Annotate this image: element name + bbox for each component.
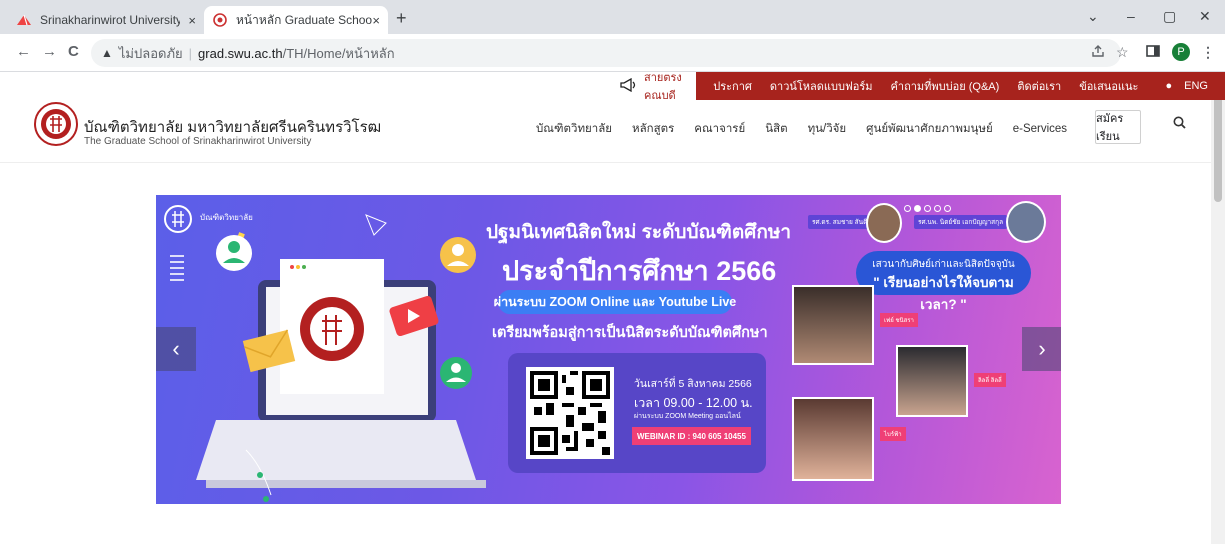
- speaker-photo: [866, 203, 902, 243]
- close-window-button[interactable]: ✕: [1199, 8, 1211, 25]
- top-utility-nav: สายตรงคณบดี ประกาศ ดาวน์โหลดแบบฟอร์ม คำถ…: [620, 72, 1225, 102]
- brand-name-en: The Graduate School of Srinakharinwirot …: [84, 136, 312, 147]
- top-nav-feedback[interactable]: ข้อเสนอแนะ: [1079, 77, 1138, 95]
- reload-button[interactable]: C: [68, 43, 79, 60]
- banner-title-line2: ประจำปีการศึกษา 2566: [502, 256, 777, 286]
- event-via: ผ่านระบบ ZOOM Meeting ออนไลน์: [634, 413, 741, 420]
- tab-search-icon[interactable]: ⌄: [1087, 8, 1099, 25]
- tab-close-icon[interactable]: ×: [188, 13, 196, 28]
- share-icon[interactable]: [1091, 44, 1105, 61]
- back-button[interactable]: ←: [16, 43, 31, 60]
- browser-tab-active[interactable]: หน้าหลัก Graduate School of Srina ×: [204, 6, 388, 34]
- top-nav-contact[interactable]: ติดต่อเรา: [1017, 77, 1061, 95]
- tab-title: Srinakharinwirot University : มหาวิ: [40, 12, 180, 27]
- speaker-photo: [1006, 201, 1046, 243]
- dean-hotline-link[interactable]: สายตรงคณบดี: [620, 68, 684, 104]
- url-field[interactable]: ▲ ไม่ปลอดภัย | grad.swu.ac.th /TH/Home/ห…: [91, 39, 1121, 67]
- nav-scholarship-research[interactable]: ทุน/วิจัย: [808, 120, 847, 138]
- browser-tab[interactable]: Srinakharinwirot University : มหาวิ ×: [8, 6, 204, 34]
- search-icon[interactable]: [1173, 116, 1186, 132]
- menu-icon[interactable]: ⋮: [1201, 44, 1215, 61]
- minimize-button[interactable]: –: [1127, 8, 1135, 24]
- page-scrollbar[interactable]: [1211, 72, 1225, 544]
- prev-slide-button[interactable]: ‹: [156, 327, 196, 371]
- guest-label: ลิลลี่ ลิลลี่: [974, 373, 1006, 387]
- speaker-label: รศ.นพ. นิตย์ชัย เอกปัญญาสกุล: [914, 215, 1008, 229]
- dean-hotline-label[interactable]: สายตรงคณบดี: [644, 68, 684, 104]
- browser-tab-bar: Srinakharinwirot University : มหาวิ × หน…: [0, 0, 1225, 34]
- event-date: วันเสาร์ที่ 5 สิงหาคม 2566: [634, 378, 752, 390]
- banner-logo-text: บัณฑิตวิทยาลัย: [200, 213, 253, 222]
- security-status[interactable]: ไม่ปลอดภัย: [119, 43, 183, 64]
- forward-button[interactable]: →: [42, 43, 57, 60]
- top-red-menu: ประกาศ ดาวน์โหลดแบบฟอร์ม คำถามที่พบบ่อย …: [696, 72, 1225, 100]
- slide-dot[interactable]: [934, 205, 941, 212]
- talk-topic-bubble: เสวนากับศิษย์เก่าและนิสิตปัจจุบัน " เรีย…: [856, 251, 1031, 312]
- apply-button[interactable]: สมัครเรียน: [1095, 110, 1141, 144]
- banner-title-line1: ปฐมนิเทศนิสิตใหม่ ระดับบัณฑิตศึกษา: [486, 222, 792, 243]
- banner-subtitle: เตรียมพร้อมสู่การเป็นนิสิตระดับบัณฑิตศึก…: [492, 325, 768, 341]
- url-path: /TH/Home/หน้าหลัก: [282, 45, 395, 61]
- nav-graduate-school[interactable]: บัณฑิตวิทยาลัย: [536, 120, 612, 138]
- top-nav-faq[interactable]: คำถามที่พบบ่อย (Q&A): [891, 77, 1000, 95]
- swu-favicon-icon: [16, 12, 32, 28]
- tab-title: หน้าหลัก Graduate School of Srina: [236, 12, 372, 27]
- slide-dot[interactable]: [944, 205, 951, 212]
- guest-photo: [792, 397, 874, 481]
- tab-close-icon[interactable]: ×: [372, 13, 380, 28]
- nav-programs[interactable]: หลักสูตร: [632, 120, 674, 138]
- address-bar-row: ← → C ▲ ไม่ปลอดภัย | grad.swu.ac.th /TH/…: [0, 34, 1225, 72]
- profile-avatar[interactable]: P: [1172, 43, 1190, 61]
- header-divider: [0, 162, 1211, 163]
- url-separator: |: [188, 45, 193, 61]
- top-nav-announcements[interactable]: ประกาศ: [713, 77, 752, 95]
- nav-students[interactable]: นิสิต: [765, 120, 787, 138]
- talk-topic-line1: เสวนากับศิษย์เก่าและนิสิตปัจจุบัน: [872, 259, 1015, 270]
- maximize-button[interactable]: ▢: [1163, 8, 1176, 25]
- university-logo[interactable]: [34, 102, 78, 146]
- grad-favicon-icon: [212, 12, 228, 28]
- webinar-id: WEBINAR ID : 940 605 10455: [632, 427, 751, 445]
- banner-platform-pill: ผ่านระบบ ZOOM Online และ Youtube Live: [494, 290, 736, 314]
- slide-dot[interactable]: [924, 205, 931, 212]
- language-switch[interactable]: ● ENG: [1156, 80, 1208, 92]
- megaphone-icon: [620, 77, 638, 95]
- new-tab-button[interactable]: +: [396, 8, 407, 29]
- sidebar-icon[interactable]: [1146, 44, 1160, 60]
- star-icon[interactable]: ☆: [1116, 44, 1129, 61]
- guest-photo: [792, 285, 874, 365]
- slide-dot[interactable]: [904, 205, 911, 212]
- qr-code-icon: [526, 367, 614, 459]
- nav-e-services[interactable]: e-Services: [1013, 123, 1067, 135]
- language-label[interactable]: ENG: [1184, 80, 1208, 92]
- slide-dot-active[interactable]: [914, 205, 921, 212]
- guest-photo: [896, 345, 968, 417]
- url-host: grad.swu.ac.th: [198, 45, 283, 61]
- nav-faculty[interactable]: คณาจารย์: [694, 120, 745, 138]
- main-nav: บัณฑิตวิทยาลัย หลักสูตร คณาจารย์ นิสิต ท…: [536, 120, 1087, 138]
- top-nav-downloads[interactable]: ดาวน์โหลดแบบฟอร์ม: [770, 77, 873, 95]
- laptop-illustration: [164, 205, 486, 502]
- event-time: เวลา 09.00 - 12.00 น.: [634, 396, 753, 410]
- talk-topic-line2: " เรียนอย่างไรให้จบตามเวลา? ": [873, 275, 1014, 312]
- guest-label: เฟย์ ชนิสรา: [880, 313, 918, 327]
- guest-label: ไบร์ฟ้า: [880, 427, 906, 441]
- warning-triangle-icon[interactable]: ▲: [101, 46, 113, 60]
- event-info-box: วันเสาร์ที่ 5 สิงหาคม 2566 เวลา 09.00 - …: [508, 353, 766, 473]
- hero-banner-slider[interactable]: บัณฑิตวิทยาลัย ปฐมนิเทศนิสิตใหม่ ระดับบั…: [156, 195, 1061, 504]
- next-slide-button[interactable]: ›: [1022, 327, 1061, 371]
- slide-dots: [904, 205, 954, 212]
- nav-human-development-center[interactable]: ศูนย์พัฒนาศักยภาพมนุษย์: [866, 120, 993, 138]
- globe-icon: ●: [1165, 80, 1176, 92]
